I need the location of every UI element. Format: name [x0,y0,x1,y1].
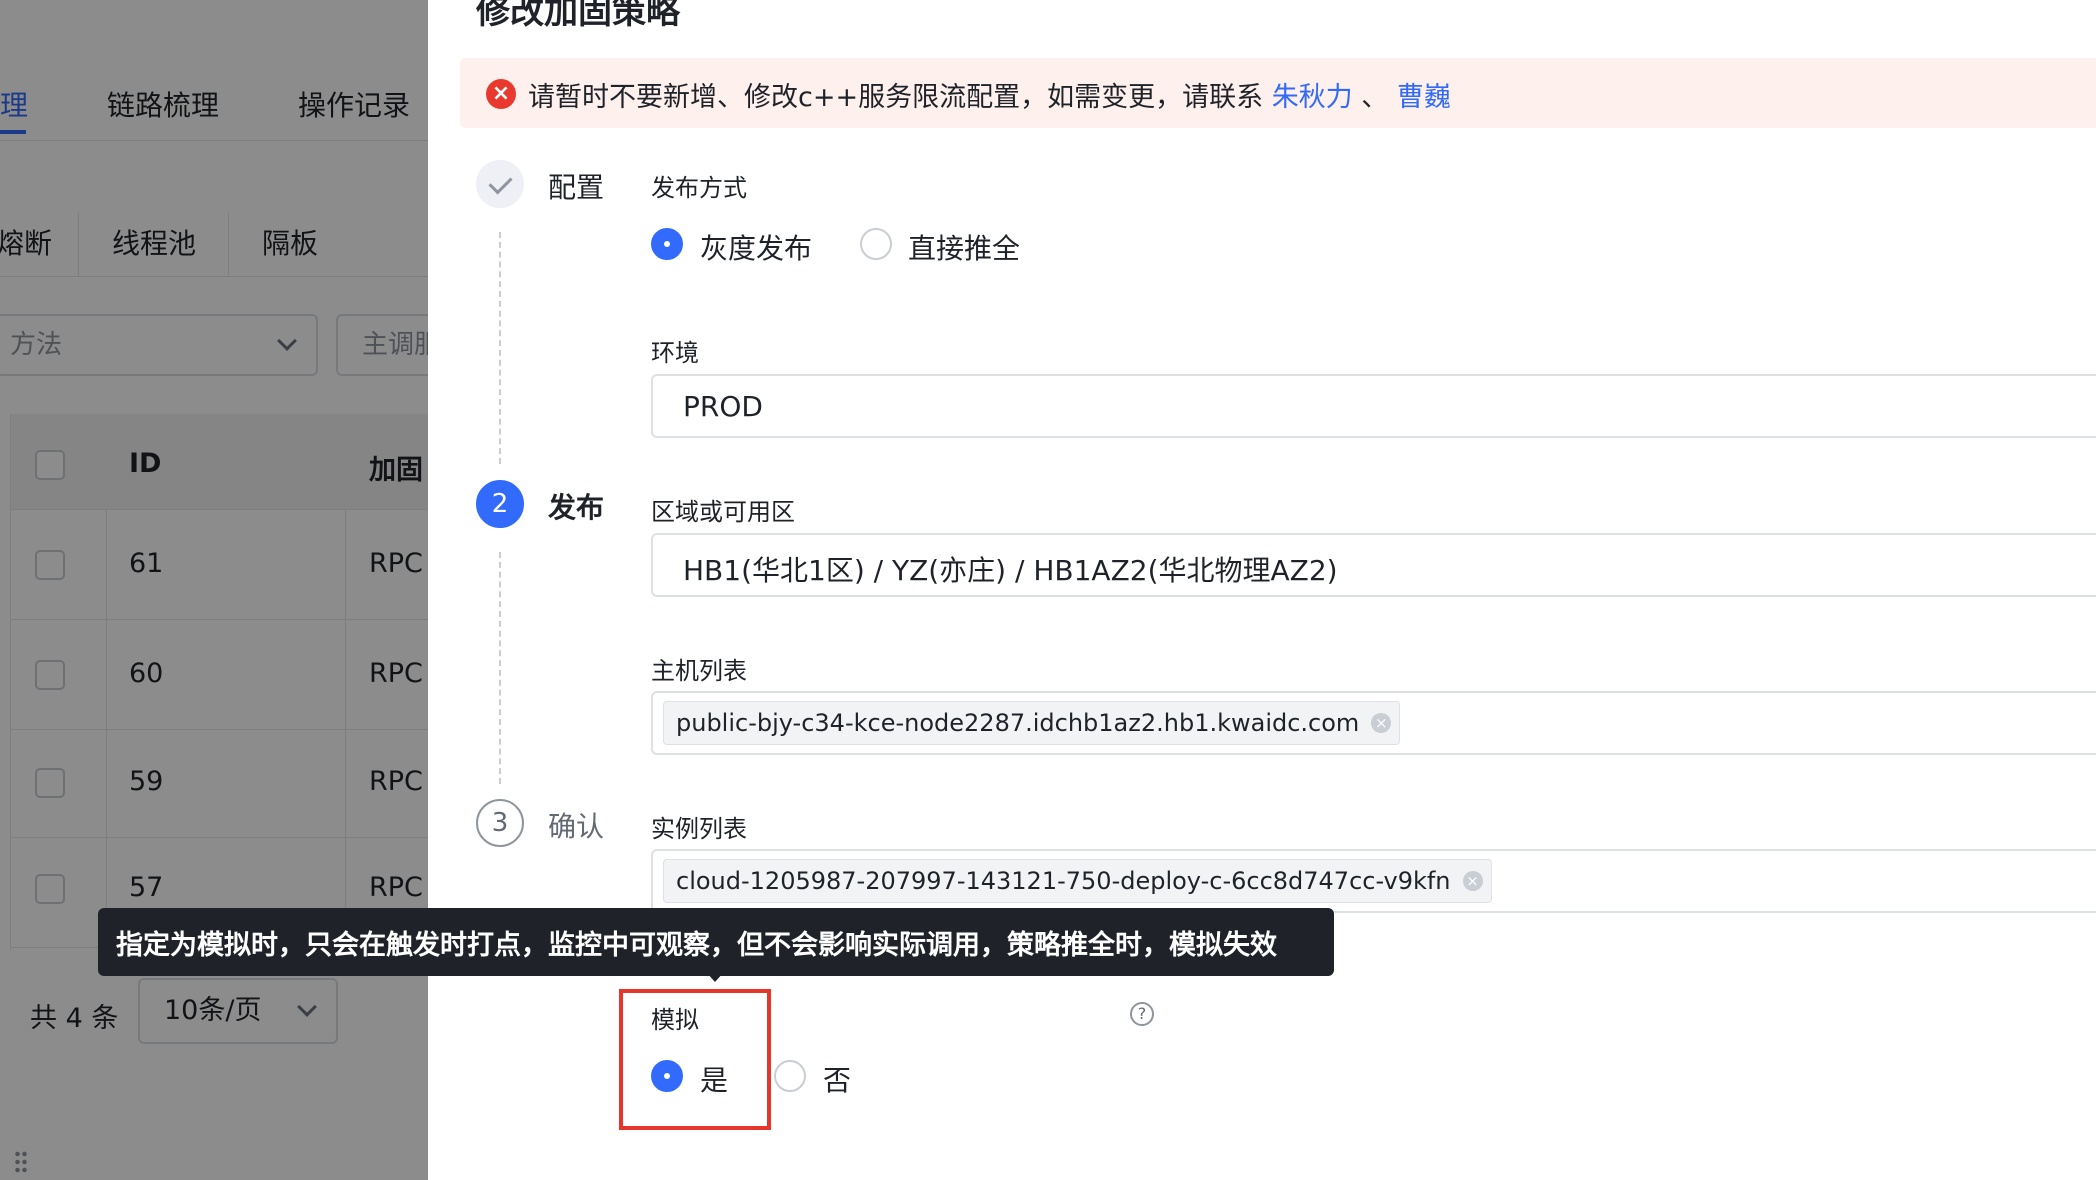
environment-value: PROD [683,390,763,423]
tooltip-text: 指定为模拟时，只会在触发时打点，监控中可观察，但不会影响实际调用，策略推全时，模… [116,930,1277,961]
highlight-annotation-box [619,989,771,1130]
host-list-field[interactable]: public-bjy-c34-kce-node2287.idchb1az2.hb… [651,691,2096,755]
step-done-icon [476,160,524,208]
host-tag: public-bjy-c34-kce-node2287.idchb1az2.hb… [663,701,1401,745]
step-label-publish: 发布 [548,491,605,524]
radio-simulate-no-label[interactable]: 否 [823,1059,851,1099]
environment-field[interactable]: PROD [651,374,2096,438]
close-icon[interactable]: × [1462,871,1483,891]
host-tag-text: public-bjy-c34-kce-node2287.idchb1az2.hb… [676,709,1360,737]
check-icon [488,170,513,195]
step-label-confirm: 确认 [548,810,605,843]
radio-simulate-no[interactable] [774,1060,806,1092]
step-number-confirm: 3 [476,799,524,847]
step-connector [499,552,501,784]
close-icon[interactable]: × [1371,713,1392,733]
contact-link-1[interactable]: 朱秋力 [1272,82,1353,113]
radio-gray-release[interactable] [651,228,683,260]
zone-field[interactable]: HB1(华北1区) / YZ(亦庄) / HB1AZ2(华北物理AZ2) [651,533,2096,597]
step-number-publish: 2 [476,480,524,528]
alert-separator: 、 [1361,82,1389,113]
step-connector [499,232,501,464]
warning-alert: × 请暂时不要新增、修改c++服务限流配置，如需变更，请联系 朱秋力 、 曹巍 [460,58,2096,128]
radio-gray-release-label[interactable]: 灰度发布 [700,227,812,267]
instance-tag-text: cloud-1205987-207997-143121-750-deploy-c… [676,867,1451,895]
instance-list-field[interactable]: cloud-1205987-207997-143121-750-deploy-c… [651,849,2096,913]
step-label-config: 配置 [548,171,605,204]
modal-mask[interactable] [0,0,428,1180]
zone-label: 区域或可用区 [651,498,795,526]
environment-label: 环境 [651,339,699,367]
help-circle-icon[interactable]: ? [1130,1002,1154,1026]
instance-tag: cloud-1205987-207997-143121-750-deploy-c… [663,859,1492,903]
radio-full-release[interactable] [860,228,892,260]
host-list-label: 主机列表 [651,657,747,685]
contact-link-2[interactable]: 曹巍 [1397,82,1451,113]
error-circle-icon: × [486,79,516,109]
zone-value: HB1(华北1区) / YZ(亦庄) / HB1AZ2(华北物理AZ2) [683,554,1338,587]
simulate-tooltip: 指定为模拟时，只会在触发时打点，监控中可观察，但不会影响实际调用，策略推全时，模… [98,908,1334,976]
instance-list-label: 实例列表 [651,815,747,843]
alert-text: 请暂时不要新增、修改c++服务限流配置，如需变更，请联系 [528,82,1264,113]
background-page: 理 链路梳理 操作记录 熔断 线程池 隔板 方法 主调服务 ID 加固 61 R… [0,0,428,1180]
tooltip-arrow [706,972,724,982]
release-mode-label: 发布方式 [651,174,747,202]
alert-message: 请暂时不要新增、修改c++服务限流配置，如需变更，请联系 朱秋力 、 曹巍 [528,75,1451,114]
radio-full-release-label[interactable]: 直接推全 [908,227,1020,267]
drawer-title: 修改加固策略 [476,0,680,32]
